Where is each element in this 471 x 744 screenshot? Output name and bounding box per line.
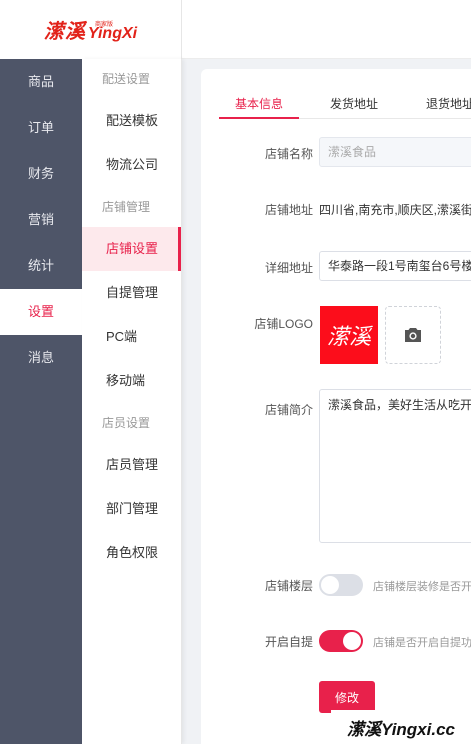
shop-name-label: 店铺名称 (264, 147, 313, 161)
shop-address-value: 四川省,南充市,顺庆区,潆溪街道 (319, 203, 471, 217)
switch-knob (321, 576, 339, 594)
shop-logo-image[interactable]: 潆溪 (320, 306, 378, 364)
camera-icon (405, 328, 421, 342)
pickup-label: 开启自提 (264, 635, 313, 649)
shop-name-input[interactable]: 潆溪食品 (319, 137, 471, 167)
nav-group-delivery: 配送设置 (102, 72, 151, 86)
nav-item-settings[interactable]: 设置 (0, 289, 82, 335)
tab-shipping-address[interactable]: 发货地址 (330, 95, 378, 112)
nav-item-statistics[interactable]: 统计 (0, 243, 82, 289)
nav-group-shop: 店铺管理 (102, 200, 151, 214)
pickup-switch[interactable] (319, 630, 363, 652)
shop-logo-label: 店铺LOGO (254, 317, 313, 331)
nav-item-orders[interactable]: 订单 (0, 105, 82, 151)
top-bar (182, 0, 471, 59)
secondary-nav: 配送设置 配送模板 物流公司 店铺管理 店铺设置 自提管理 PC端 移动端 店员… (82, 59, 182, 744)
subnav-roles[interactable]: 角色权限 (82, 531, 181, 575)
shop-intro-label: 店铺简介 (264, 403, 313, 417)
shop-address-label: 店铺地址 (264, 203, 313, 217)
subnav-departments[interactable]: 部门管理 (82, 487, 181, 531)
brand-logo[interactable]: 潆溪 YingXi 商家版 (0, 0, 182, 59)
nav-item-products[interactable]: 商品 (0, 59, 82, 105)
shop-intro-textarea[interactable]: 潆溪食品，美好生活从吃开始 (319, 389, 471, 543)
watermark: 潆溪Yingxi.cc (331, 710, 471, 744)
subnav-logistics[interactable]: 物流公司 (82, 143, 181, 187)
detail-address-input[interactable]: 华泰路一段1号南玺台6号楼 (319, 251, 471, 281)
subnav-delivery-template[interactable]: 配送模板 (82, 99, 181, 143)
subnav-staff-manage[interactable]: 店员管理 (82, 443, 181, 487)
nav-group-staff: 店员设置 (102, 416, 151, 430)
logo-chinese: 潆溪 (43, 21, 86, 43)
switch-knob (343, 632, 361, 650)
nav-item-marketing[interactable]: 营销 (0, 197, 82, 243)
submit-button[interactable]: 修改 (319, 681, 375, 713)
tab-return-address[interactable]: 退货地址 (426, 95, 471, 112)
tab-basic-info[interactable]: 基本信息 (235, 95, 283, 112)
subnav-pickup[interactable]: 自提管理 (82, 271, 181, 315)
subnav-pc[interactable]: PC端 (82, 315, 181, 359)
shop-floor-label: 店铺楼层 (264, 579, 313, 593)
shop-logo-text: 潆溪 (326, 324, 371, 349)
subnav-shop-settings[interactable]: 店铺设置 (82, 227, 181, 271)
settings-tabs: 基本信息 发货地址 退货地址 (219, 89, 471, 119)
pickup-hint: 店铺是否开启自提功能 (373, 637, 471, 649)
shop-floor-hint: 店铺楼层装修是否开启 (373, 581, 471, 593)
shop-floor-switch[interactable] (319, 574, 363, 596)
logo-upload-button[interactable] (385, 306, 441, 364)
subnav-mobile[interactable]: 移动端 (82, 359, 181, 403)
primary-nav: 商品 订单 财务 营销 统计 设置 消息 (0, 59, 82, 744)
shop-settings-card: 基本信息 发货地址 退货地址 店铺名称 潆溪食品 店铺地址 四川省,南充市,顺庆… (201, 69, 471, 744)
tab-active-indicator (219, 117, 299, 119)
detail-address-label: 详细地址 (264, 261, 313, 275)
nav-item-messages[interactable]: 消息 (0, 335, 82, 381)
logo-edition: 商家版 (95, 22, 114, 28)
nav-item-finance[interactable]: 财务 (0, 151, 82, 197)
